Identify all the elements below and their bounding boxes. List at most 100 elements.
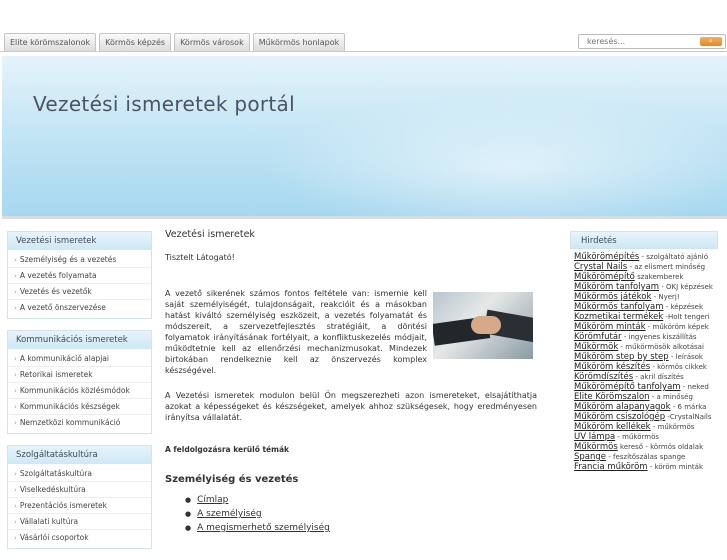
page-title: Vezetési ismeretek bbox=[165, 229, 255, 240]
banner-divider bbox=[2, 216, 727, 219]
ad-link[interactable]: Műkörömépítő tanfolyam bbox=[574, 382, 681, 392]
list-item: ● A megismerhető személyiség bbox=[185, 521, 537, 535]
greeting: Tisztelt Látogató! bbox=[165, 253, 235, 262]
nav-tab-cities[interactable]: Körmös városok bbox=[174, 33, 250, 51]
ad-item: Körömfutár - ingyenes kiszállítás bbox=[574, 332, 718, 342]
site-title: Vezetési ismeretek portál bbox=[33, 92, 295, 116]
module-paragraph: A Vezetési ismeretek modulon belül Ön me… bbox=[165, 391, 537, 422]
arrow-icon: › bbox=[14, 502, 17, 510]
ad-description: szakemberek bbox=[634, 273, 684, 281]
ads-list: Műkörömépítés - szolgáltató ajánló Crysta… bbox=[570, 249, 718, 472]
nav-tab-training[interactable]: Körmös képzés bbox=[99, 33, 172, 51]
ad-link[interactable]: Műkörmös tanfolyam bbox=[574, 302, 664, 312]
ad-item: UV lámpa - műkörmös bbox=[574, 432, 718, 442]
search-icon: ⌕ bbox=[709, 37, 713, 45]
menu-item[interactable]: › A vezetés folyamata bbox=[8, 268, 151, 284]
ad-link[interactable]: Körömfutár bbox=[574, 332, 622, 342]
ad-link[interactable]: Műköröm alapanyagok bbox=[574, 402, 671, 412]
main-content: Vezetési ismeretek Tisztelt Látogató! A … bbox=[165, 229, 537, 535]
ad-item: Műköröm kellékek - műkörmös bbox=[574, 422, 718, 432]
ad-link[interactable]: Műkörmös bbox=[574, 442, 618, 452]
ad-link[interactable]: Műköröm step by step bbox=[574, 352, 669, 362]
menu-item[interactable]: › Retorikai ismeretek bbox=[8, 367, 151, 383]
ad-link[interactable]: Körömdíszítés bbox=[574, 372, 633, 382]
ad-link[interactable]: Crystal Nails bbox=[574, 262, 627, 272]
menu-item[interactable]: › Prezentációs ismeretek bbox=[8, 498, 151, 514]
ad-link[interactable]: Műköröm csiszológép bbox=[574, 412, 665, 422]
search-button[interactable]: ⌕ bbox=[700, 37, 722, 46]
menu-box-title: Vezetési ismeretek bbox=[8, 232, 151, 250]
ad-description: kereső - körmös oldalak bbox=[617, 443, 704, 451]
ad-item: Műkörmös játékok - Nyerj! bbox=[574, 292, 718, 302]
ad-item: Kozmetikai termékek -Holt tengeri bbox=[574, 312, 718, 322]
ad-link[interactable]: UV lámpa bbox=[574, 432, 615, 442]
ad-description: - műkörmös bbox=[615, 433, 660, 441]
bullet-icon: ● bbox=[185, 510, 192, 518]
ad-item: Műköröm tanfolyam - OKJ képzések bbox=[574, 282, 718, 292]
topic-link[interactable]: A személyiség bbox=[197, 509, 262, 519]
menu-box-leadership: Vezetési ismeretek › Személyiség és a vez… bbox=[7, 231, 152, 319]
ad-link[interactable]: Műkörömépítő bbox=[574, 272, 635, 282]
topic-link[interactable]: A megismerhető személyiség bbox=[197, 523, 330, 533]
ad-link[interactable]: Francia műköröm bbox=[574, 462, 648, 472]
ad-item: Műkörmös kereső - körmös oldalak bbox=[574, 442, 718, 452]
bullet-icon: ● bbox=[185, 524, 192, 532]
ad-description: - feszítőszálas spange bbox=[606, 453, 686, 461]
handshake-image bbox=[433, 292, 533, 359]
ad-item: Műköröm alapanyagok - 6 márka bbox=[574, 402, 718, 412]
menu-item[interactable]: › Viselkedéskultúra bbox=[8, 482, 151, 498]
arrow-icon: › bbox=[14, 419, 17, 427]
ads-title: Hirdetés bbox=[570, 231, 718, 249]
menu-item[interactable]: › Szolgáltatáskultúra bbox=[8, 466, 151, 482]
menu-item[interactable]: › A vezető önszervezése bbox=[8, 300, 151, 316]
ad-description: - akril díszítés bbox=[633, 373, 684, 381]
ad-description: - 6 márka bbox=[670, 403, 707, 411]
ad-item: Spange - feszítőszálas spange bbox=[574, 452, 718, 462]
arrow-icon: › bbox=[14, 371, 17, 379]
ad-description: - képzések bbox=[663, 303, 704, 311]
ad-description: - a minőség bbox=[649, 393, 693, 401]
ad-link[interactable]: Műköröm tanfolyam bbox=[574, 282, 659, 292]
nav-tab-elite-salons[interactable]: Elite körömszalonok bbox=[4, 33, 97, 51]
ad-link[interactable]: Műkörmös játékok bbox=[574, 292, 651, 302]
ad-item: Műköröm step by step - leírások bbox=[574, 352, 718, 362]
list-item: ● A személyiség bbox=[185, 507, 537, 521]
top-bar: Elite körömszalonok Körmös képzés Körmös… bbox=[0, 0, 727, 56]
ad-description: - az elismert minőség bbox=[627, 263, 706, 271]
arrow-icon: › bbox=[14, 486, 17, 494]
topics-heading: A feldolgozásra kerülő témák bbox=[165, 445, 289, 454]
ad-description: - műkörmös bbox=[650, 423, 695, 431]
header-banner: Vezetési ismeretek portál bbox=[2, 56, 727, 218]
menu-item[interactable]: › Nemzetközi kommunikáció bbox=[8, 415, 151, 431]
ad-link[interactable]: Kozmetikai termékek bbox=[574, 312, 663, 322]
nav-divider bbox=[0, 51, 727, 52]
ad-item: Francia műköröm - köröm minták bbox=[574, 462, 718, 472]
ad-item: Körömdíszítés - akril díszítés bbox=[574, 372, 718, 382]
ad-description: - műköröm képek bbox=[645, 323, 709, 331]
topic-link[interactable]: Címlap bbox=[197, 495, 228, 505]
menu-box-title: Kommunikációs ismeretek bbox=[8, 331, 151, 349]
ad-item: Műköröm minták - műköröm képek bbox=[574, 322, 718, 332]
search-input[interactable] bbox=[587, 35, 692, 48]
ad-item: Műköröm készítés - körmös cikkek bbox=[574, 362, 718, 372]
ad-description: - leírások bbox=[668, 353, 703, 361]
menu-item[interactable]: › Vezetés és vezetők bbox=[8, 284, 151, 300]
menu-item[interactable]: › Kommunikációs készségek bbox=[8, 399, 151, 415]
menu-item[interactable]: › A kommunikáció alapjai bbox=[8, 351, 151, 367]
menu-item[interactable]: › Vállalati kultúra bbox=[8, 514, 151, 530]
ad-link[interactable]: Elite Körömszalon bbox=[574, 392, 650, 402]
nav-tab-websites[interactable]: Műkörmös honlapok bbox=[252, 33, 346, 51]
menu-item[interactable]: › Vásárlói csoportok bbox=[8, 530, 151, 546]
ad-link[interactable]: Műköröm kellékek bbox=[574, 422, 651, 432]
ad-link[interactable]: Műkörömépítés bbox=[574, 252, 639, 262]
ad-link[interactable]: Műkörmök bbox=[574, 342, 618, 352]
ad-item: Elite Körömszalon - a minőség bbox=[574, 392, 718, 402]
menu-item[interactable]: › Személyiség és a vezetés bbox=[8, 252, 151, 268]
arrow-icon: › bbox=[14, 272, 17, 280]
ad-link[interactable]: Műköröm minták bbox=[574, 322, 646, 332]
ad-link[interactable]: Spange bbox=[574, 452, 606, 462]
ad-link[interactable]: Műköröm készítés bbox=[574, 362, 650, 372]
menu-item[interactable]: › Kommunikációs közlésmódok bbox=[8, 383, 151, 399]
arrow-icon: › bbox=[14, 288, 17, 296]
arrow-icon: › bbox=[14, 534, 17, 542]
